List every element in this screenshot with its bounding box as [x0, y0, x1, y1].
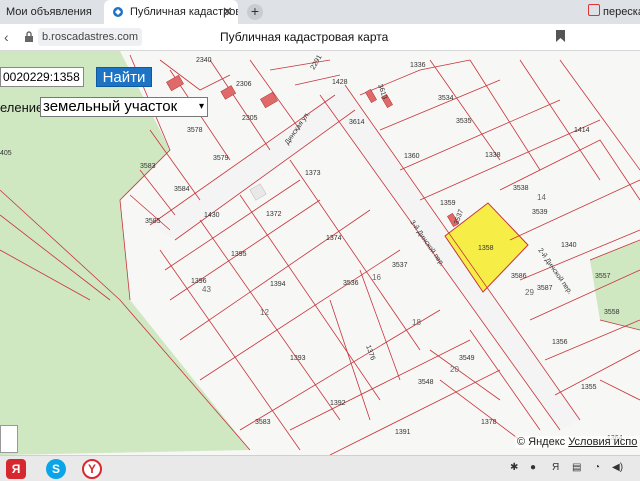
parcel-label: 3537	[392, 262, 408, 269]
tab-my-ads[interactable]: Мои объявления	[0, 0, 104, 24]
lock-icon[interactable]	[24, 31, 34, 42]
parcel-number: 20	[450, 365, 459, 374]
parcel-label: 1391	[395, 429, 411, 436]
parcel-label: 1394	[270, 281, 286, 288]
bluetooth-icon[interactable]: ✱	[510, 462, 518, 473]
parcel-label: 3534	[438, 95, 454, 102]
yandex-app-icon[interactable]: Я	[6, 459, 26, 479]
parcel-label: 3578	[187, 127, 203, 134]
volume-icon[interactable]: ◀)	[612, 462, 623, 473]
find-button[interactable]: Найти	[96, 67, 152, 87]
parcel-label: 1378	[481, 419, 497, 426]
parcel-label: 3613	[376, 83, 388, 100]
page-title: Публичная кадастровая карта	[220, 30, 389, 44]
layer-select[interactable]: земельный участок ▾	[40, 97, 208, 117]
parcel-label: 1393	[290, 355, 306, 362]
address-bar: ‹ b.roscadastres.com Публичная кадастров…	[0, 24, 640, 51]
parcel-label: 2305	[242, 115, 258, 122]
parcel-label: 1372	[266, 211, 282, 218]
skype-tray-icon[interactable]: ●	[530, 462, 536, 473]
parcel-label: 1355	[581, 384, 597, 391]
tab-cadastral-map[interactable]: Публичная кадастровая	[104, 0, 238, 24]
parcel-label: 3535	[456, 118, 472, 125]
tab-retell[interactable]: пересказ	[580, 0, 640, 24]
parcel-label: 3585	[145, 218, 161, 225]
parcel-label: 1392	[330, 400, 346, 407]
skype-icon[interactable]: S	[46, 459, 66, 479]
parcel-label: 3549	[459, 355, 475, 362]
chevron-down-icon: ▾	[198, 101, 204, 112]
parcel-label: 3586	[511, 273, 527, 280]
site-favicon-icon	[113, 7, 123, 17]
parcel-number: 29	[525, 288, 534, 297]
parcel-label: 1428	[332, 79, 348, 86]
parcel-label: 3579	[213, 155, 229, 162]
tab-retell-label: пересказ	[603, 6, 640, 18]
cadastral-search-input[interactable]: 0020229:1358	[0, 67, 84, 87]
taskbar: Я S Y ✱ ● Я ▤ ◔ ◀)	[0, 455, 640, 481]
parcel-label: 1430	[204, 212, 220, 219]
parcel-label: 3539	[532, 209, 548, 216]
parcel-label: 1359	[440, 200, 456, 207]
parcel-number: 14	[537, 193, 546, 202]
network-icon[interactable]: ▤	[572, 462, 581, 473]
parcel-label: 1340	[561, 242, 577, 249]
parcel-label-highlighted: 1358	[478, 245, 494, 252]
parcel-label: 1373	[305, 170, 321, 177]
parcel-label: 3584	[174, 186, 190, 193]
parcel-label: 1336	[410, 62, 426, 69]
parcel-label: 2306	[236, 81, 252, 88]
parcel-label: 1414	[574, 127, 590, 134]
parcel-label: 3538	[513, 185, 529, 192]
parcel-label: 3558	[604, 309, 620, 316]
parcel-label: 3583	[140, 163, 156, 170]
yandex-icon	[588, 4, 600, 16]
parcel-label: 3614	[349, 119, 365, 126]
parcel-label: 405	[0, 150, 12, 157]
close-tab-icon[interactable]: ✕	[222, 0, 233, 24]
parcel-label: 1395	[231, 251, 247, 258]
parcel-label: 3583	[255, 419, 271, 426]
tab-bar: Мои объявления Публичная кадастровая ✕ +…	[0, 0, 640, 24]
parcel-label: 3536	[343, 280, 359, 287]
yandex-tray-icon[interactable]: Я	[552, 462, 559, 473]
parcel-label: 2291	[310, 54, 324, 71]
parcel-label: 3548	[418, 379, 434, 386]
bookmark-icon[interactable]	[556, 30, 565, 42]
map-side-panel[interactable]	[0, 425, 18, 453]
parcel-label: 1360	[404, 153, 420, 160]
parcel-label: 1396	[191, 278, 207, 285]
terms-link[interactable]: Условия испо	[568, 436, 637, 448]
yandex-browser-icon[interactable]: Y	[82, 459, 102, 479]
parcel-number: 16	[372, 273, 381, 282]
layer-select-value: земельный участок	[43, 98, 178, 115]
parcel-number: 43	[202, 285, 211, 294]
forest-area-right	[590, 240, 640, 330]
wifi-icon[interactable]: ◔	[594, 462, 600, 473]
parcel-label: 1374	[326, 235, 342, 242]
parcel-label: 3557	[595, 273, 611, 280]
parcel-label: 2340	[196, 57, 212, 64]
map-copyright: © Яндекс Условия испо	[515, 436, 640, 448]
url-field[interactable]: b.roscadastres.com	[38, 28, 142, 46]
parcel-number: 12	[260, 308, 269, 317]
parcel-label: 3587	[537, 285, 553, 292]
parcel-number: 18	[412, 318, 421, 327]
parcel-label: 1356	[552, 339, 568, 346]
copyright-text: © Яндекс	[517, 436, 566, 448]
new-tab-button[interactable]: +	[247, 4, 263, 20]
parcel-label: 1376	[364, 344, 376, 361]
parcel-label: 1338	[485, 152, 501, 159]
back-icon[interactable]: ‹	[4, 29, 9, 45]
